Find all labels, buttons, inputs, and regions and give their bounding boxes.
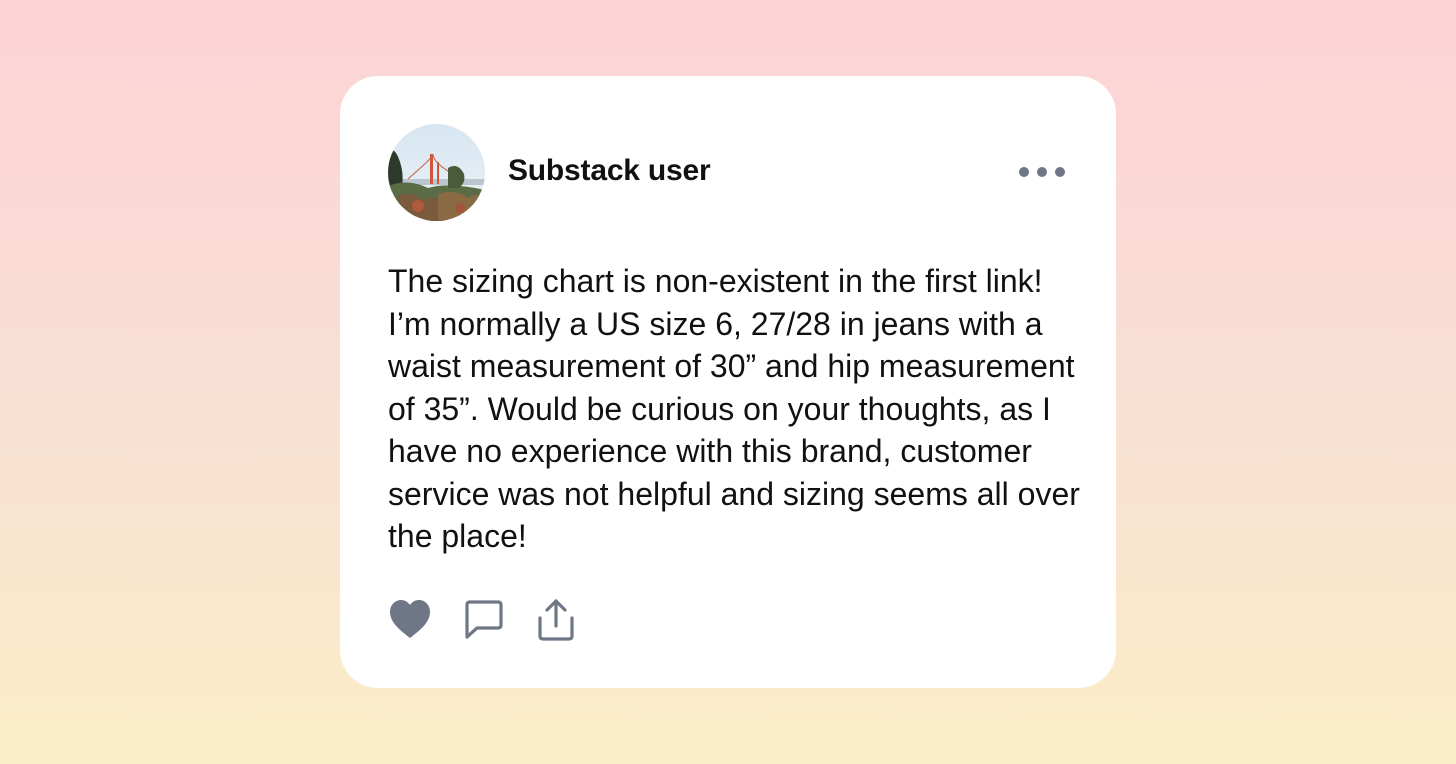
more-horizontal-icon — [1019, 167, 1065, 177]
speech-bubble-icon — [465, 600, 503, 639]
reply-button[interactable] — [462, 598, 506, 642]
avatar-photo-bridge — [388, 124, 485, 221]
avatar[interactable] — [388, 124, 485, 221]
share-icon — [538, 599, 574, 641]
heart-icon — [390, 600, 430, 638]
share-button[interactable] — [534, 598, 578, 642]
comment-body: The sizing chart is non-existent in the … — [388, 263, 1080, 554]
more-options-button[interactable] — [1018, 160, 1070, 184]
author-name[interactable]: Substack user — [508, 154, 711, 188]
comment-card: Substack user The sizing chart is non-ex… — [340, 76, 1116, 688]
like-button[interactable] — [388, 598, 432, 642]
